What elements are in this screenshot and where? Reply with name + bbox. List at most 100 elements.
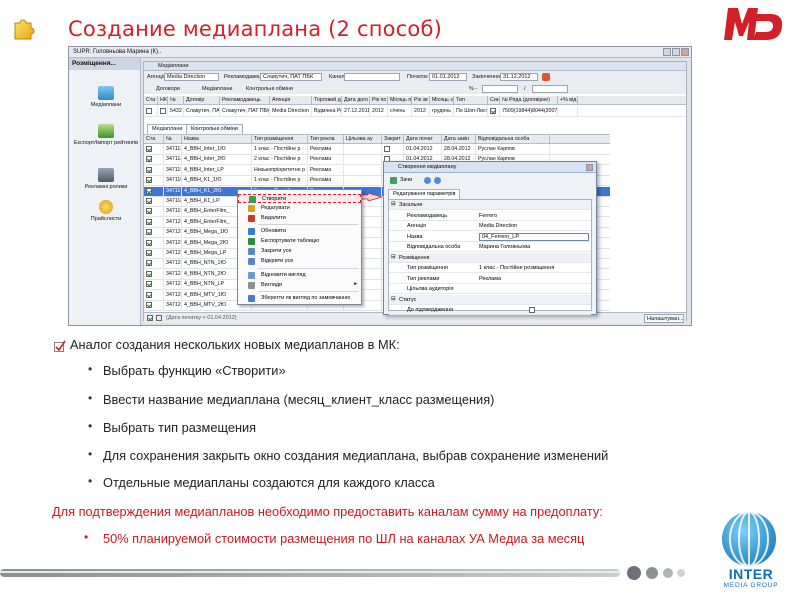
column-header[interactable]: Торговий д [312,96,342,105]
property-row[interactable]: Тип реклами Реклама [389,274,591,284]
row-checkbox[interactable] [146,302,152,308]
menu-item-1[interactable]: Створити [238,194,361,203]
row-checkbox[interactable] [146,250,152,256]
agency-field[interactable]: Media Direction [164,73,219,81]
maximize-button[interactable] [672,48,680,56]
row-checkbox[interactable] [146,218,152,225]
row-checkbox[interactable] [146,166,152,173]
property-row[interactable]: До підтвердження [389,305,591,315]
column-header[interactable]: Місяць зв [430,96,454,105]
row-checkbox[interactable] [146,260,152,267]
channel-field[interactable] [344,73,400,81]
property-row[interactable]: Відповідальна особа Марина Головньова [389,242,591,252]
advertiser-field[interactable]: Славутич, ПАТ ПБК [260,73,322,81]
refresh-icon[interactable] [424,177,431,184]
tab-edit-params[interactable]: Редагування параметрів [388,189,461,199]
menu-item-2[interactable]: Редагувати [238,204,361,213]
pct-from-field[interactable] [482,85,518,93]
column-header[interactable]: Закрит [382,135,404,144]
property-value[interactable]: 1 клас - Постійне розміщення [479,265,554,271]
column-header[interactable]: Місяць по [388,96,412,105]
save-icon[interactable] [390,177,397,184]
column-header[interactable]: Рік по [370,96,388,105]
row-checkbox[interactable] [146,270,152,277]
column-header[interactable]: Дата дого [342,96,370,105]
confirm-checkbox[interactable] [529,307,535,313]
column-header[interactable]: +% від [558,96,578,105]
row-checkbox[interactable] [160,108,166,114]
property-row[interactable]: Агенція Media Direction [389,221,591,231]
control-exchanges-button[interactable]: Контрольні обміни [246,86,293,92]
nav-item-ad-spots[interactable]: Рекламні ролики [73,168,139,191]
column-header[interactable]: Відповідальна особа [476,135,550,144]
property-value[interactable]: Реклама [479,276,501,282]
property-row[interactable]: Цільова аудиторія [389,284,591,294]
row-checkbox[interactable] [146,177,152,184]
collapse-icon[interactable]: ⊟ [391,296,396,302]
row-checkbox[interactable] [146,291,152,298]
table-row[interactable]: 347113 4_BBH_Inter_1Ю 1 клас - Постійне рР… [144,145,610,155]
close-button[interactable] [681,48,689,56]
end-date-field[interactable]: 31.12.2012 [500,73,538,81]
column-header[interactable]: НК [158,96,168,105]
pct-to-field[interactable] [532,85,568,93]
table-row[interactable]: 5432Славутич, ПАТ ПБСлавутич, ПАТ ПБКMed… [144,106,686,117]
property-value[interactable]: Media Direction [479,223,517,229]
row-checkbox[interactable] [146,187,152,194]
nav-item-pricelists[interactable]: Прайслисти [73,200,139,223]
menu-item-9[interactable]: Вигляди ▸ [238,281,361,290]
row-checkbox[interactable] [146,198,152,204]
apply-filter-icon[interactable] [542,73,550,81]
property-row[interactable]: Назва 04_Ferrero_LP [389,232,591,242]
filter-checkbox[interactable] [147,315,153,321]
closed-checkbox[interactable] [384,146,390,152]
column-header[interactable]: Цільова ау [344,135,382,144]
settings-button[interactable]: Налаштуван... [644,314,684,323]
undo-icon[interactable] [434,177,441,184]
column-header[interactable]: Ста [144,135,164,144]
column-header[interactable]: Ста [144,96,158,105]
column-header[interactable]: Дата почат [404,135,442,144]
column-header[interactable]: Рекламодавець [220,96,270,105]
minimize-button[interactable] [663,48,671,56]
property-row[interactable]: Тип розміщення 1 клас - Постійне розміщен… [389,263,591,273]
column-header[interactable]: Агенція [270,96,312,105]
column-header[interactable]: Синх [488,96,500,105]
contracts-button[interactable]: Договори [156,86,180,92]
dialog-close-button[interactable] [586,164,593,171]
property-value[interactable]: Ferrero [479,213,497,219]
column-header[interactable]: № [168,96,184,105]
column-header[interactable]: № [164,135,182,144]
tab-mediaplans[interactable]: Медіаплани [147,124,188,134]
property-value[interactable]: 04_Ferrero_LP [479,232,589,241]
menu-item-3[interactable]: Видалити [238,214,361,223]
row-checkbox[interactable] [490,108,496,114]
row-checkbox[interactable] [146,146,152,152]
clear-filter-icon[interactable] [156,315,162,321]
tab-control-exchanges[interactable]: Контрольні обміни [186,124,243,134]
property-category[interactable]: ⊟ Розміщення [389,252,591,263]
column-header[interactable]: Дата закін [442,135,476,144]
nav-item-ratings-export[interactable]: Експорт/Імпорт рейтингів [73,124,139,147]
column-header[interactable]: Тип рекла [308,135,344,144]
menu-item-4[interactable]: Обновити [238,227,361,236]
row-checkbox[interactable] [146,108,152,114]
row-checkbox[interactable] [146,229,152,236]
column-header[interactable]: № Ряда (договірне) [500,96,558,105]
start-date-field[interactable]: 01.01.2012 [429,73,467,81]
menu-item-5[interactable]: Експортувати таблицю [238,237,361,246]
menu-item-8[interactable]: Відновити вигляд [238,271,361,280]
row-checkbox[interactable] [146,281,152,288]
menu-item-7[interactable]: Відкрити усе [238,257,361,266]
property-row[interactable]: Рекламодавець Ferrero [389,211,591,221]
menu-item-6[interactable]: Закрити усе [238,247,361,256]
nav-item-mediaplans[interactable]: Медіаплани [73,86,139,109]
menu-item-10[interactable]: Зберегти як вигляд по замовчанню [238,294,361,303]
column-header[interactable]: Тип [454,96,488,105]
column-header[interactable]: Рік зв [412,96,430,105]
row-checkbox[interactable] [146,156,152,163]
collapse-icon[interactable]: ⊟ [391,201,396,207]
row-checkbox[interactable] [146,208,152,215]
column-header[interactable]: Назва [182,135,252,144]
column-header[interactable]: Тип розміщення [252,135,308,144]
